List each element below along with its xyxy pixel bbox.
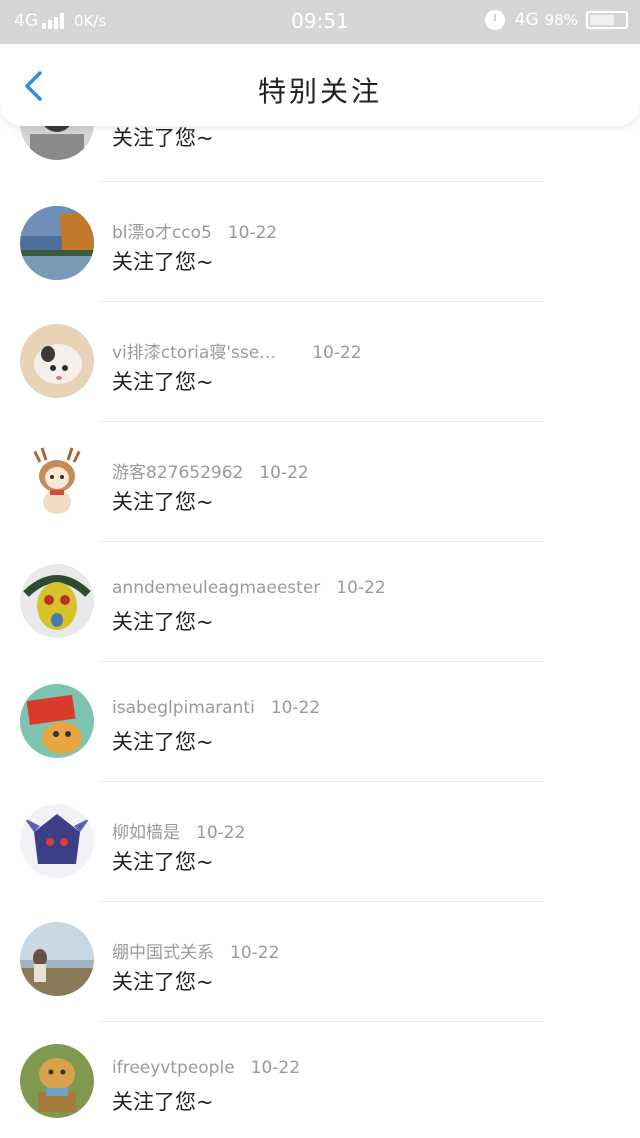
avatar[interactable]	[20, 206, 94, 280]
item-message: 关注了您~	[112, 610, 214, 634]
list-item[interactable]: 柳如樯是 10-22 关注了您~	[0, 782, 640, 902]
item-meta: 游客827652962 10-22	[112, 458, 309, 483]
item-message: 关注了您~	[112, 126, 214, 150]
user-name[interactable]: ifreeyvtpeople	[112, 1058, 235, 1078]
list-item[interactable]: isabeglpimaranti 10-22 关注了您~	[0, 662, 640, 782]
avatar[interactable]	[20, 324, 94, 398]
user-name[interactable]: vi排漆ctoria寝'sse…	[112, 343, 276, 363]
item-meta: anndemeuleagmaeester 10-22	[112, 578, 386, 598]
alarm-icon	[484, 10, 505, 30]
list-item[interactable]: 游客827652962 10-22 关注了您~	[0, 422, 640, 542]
item-date: 10-22	[336, 578, 386, 598]
item-date: 10-22	[230, 943, 280, 963]
item-date: 10-22	[196, 823, 246, 843]
avatar[interactable]	[20, 444, 94, 518]
item-date: 10-22	[270, 698, 321, 718]
avatar[interactable]	[20, 126, 94, 160]
status-bar: 4G 0K/s 09:51 4G 98%	[0, 0, 640, 44]
item-message: 关注了您~	[112, 250, 214, 274]
item-meta: isabeglpimaranti 10-22	[112, 698, 320, 718]
network-type-right: 4G	[514, 10, 539, 30]
user-name[interactable]: 游客827652962	[112, 463, 243, 483]
user-name[interactable]: bl漂o才cco5	[112, 223, 212, 243]
item-message: 关注了您~	[112, 850, 214, 874]
item-meta: 柳如樯是 10-22	[112, 818, 245, 843]
battery-percent: 98%	[544, 11, 578, 29]
list-item[interactable]: ifreeyvtpeople 10-22 关注了您~	[0, 1022, 640, 1138]
avatar[interactable]	[20, 922, 94, 996]
status-right: 4G 98%	[484, 10, 628, 30]
avatar[interactable]	[20, 684, 94, 758]
notification-list[interactable]: 关注了您~ bl漂o才cco5 10-22 关注了您~ vi排漆ctoria寝's…	[0, 126, 640, 1138]
item-meta: bl漂o才cco5 10-22	[112, 218, 277, 243]
list-item[interactable]: anndemeuleagmaeester 10-22 关注了您~	[0, 542, 640, 662]
item-message: 关注了您~	[112, 370, 214, 394]
avatar[interactable]	[20, 564, 94, 638]
list-item[interactable]: 绷中国式关系 10-22 关注了您~	[0, 902, 640, 1022]
list-item[interactable]: vi排漆ctoria寝'sse… 10-22 关注了您~	[0, 302, 640, 422]
avatar[interactable]	[20, 1044, 94, 1118]
avatar[interactable]	[20, 804, 94, 878]
item-meta: 绷中国式关系 10-22	[112, 938, 279, 963]
item-date: 10-22	[227, 223, 278, 243]
item-message: 关注了您~	[112, 970, 214, 994]
list-item[interactable]: 关注了您~	[0, 126, 640, 182]
battery-icon	[586, 11, 628, 29]
list-item[interactable]: bl漂o才cco5 10-22 关注了您~	[0, 182, 640, 302]
page-title: 特别关注	[257, 75, 382, 108]
item-meta: vi排漆ctoria寝'sse… 10-22	[112, 338, 362, 363]
user-name[interactable]: anndemeuleagmaeester	[112, 578, 320, 598]
user-name[interactable]: isabeglpimaranti	[112, 698, 255, 718]
header-bar: 特别关注	[0, 44, 640, 126]
user-name[interactable]: 绷中国式关系	[112, 943, 214, 963]
item-message: 关注了您~	[112, 1090, 214, 1114]
item-date: 10-22	[259, 463, 309, 483]
user-name[interactable]: 柳如樯是	[112, 823, 180, 843]
item-date: 10-22	[250, 1058, 301, 1078]
item-message: 关注了您~	[112, 730, 214, 754]
item-date: 10-22	[312, 343, 362, 363]
item-meta: ifreeyvtpeople 10-22	[112, 1058, 300, 1078]
item-message: 关注了您~	[112, 490, 214, 514]
